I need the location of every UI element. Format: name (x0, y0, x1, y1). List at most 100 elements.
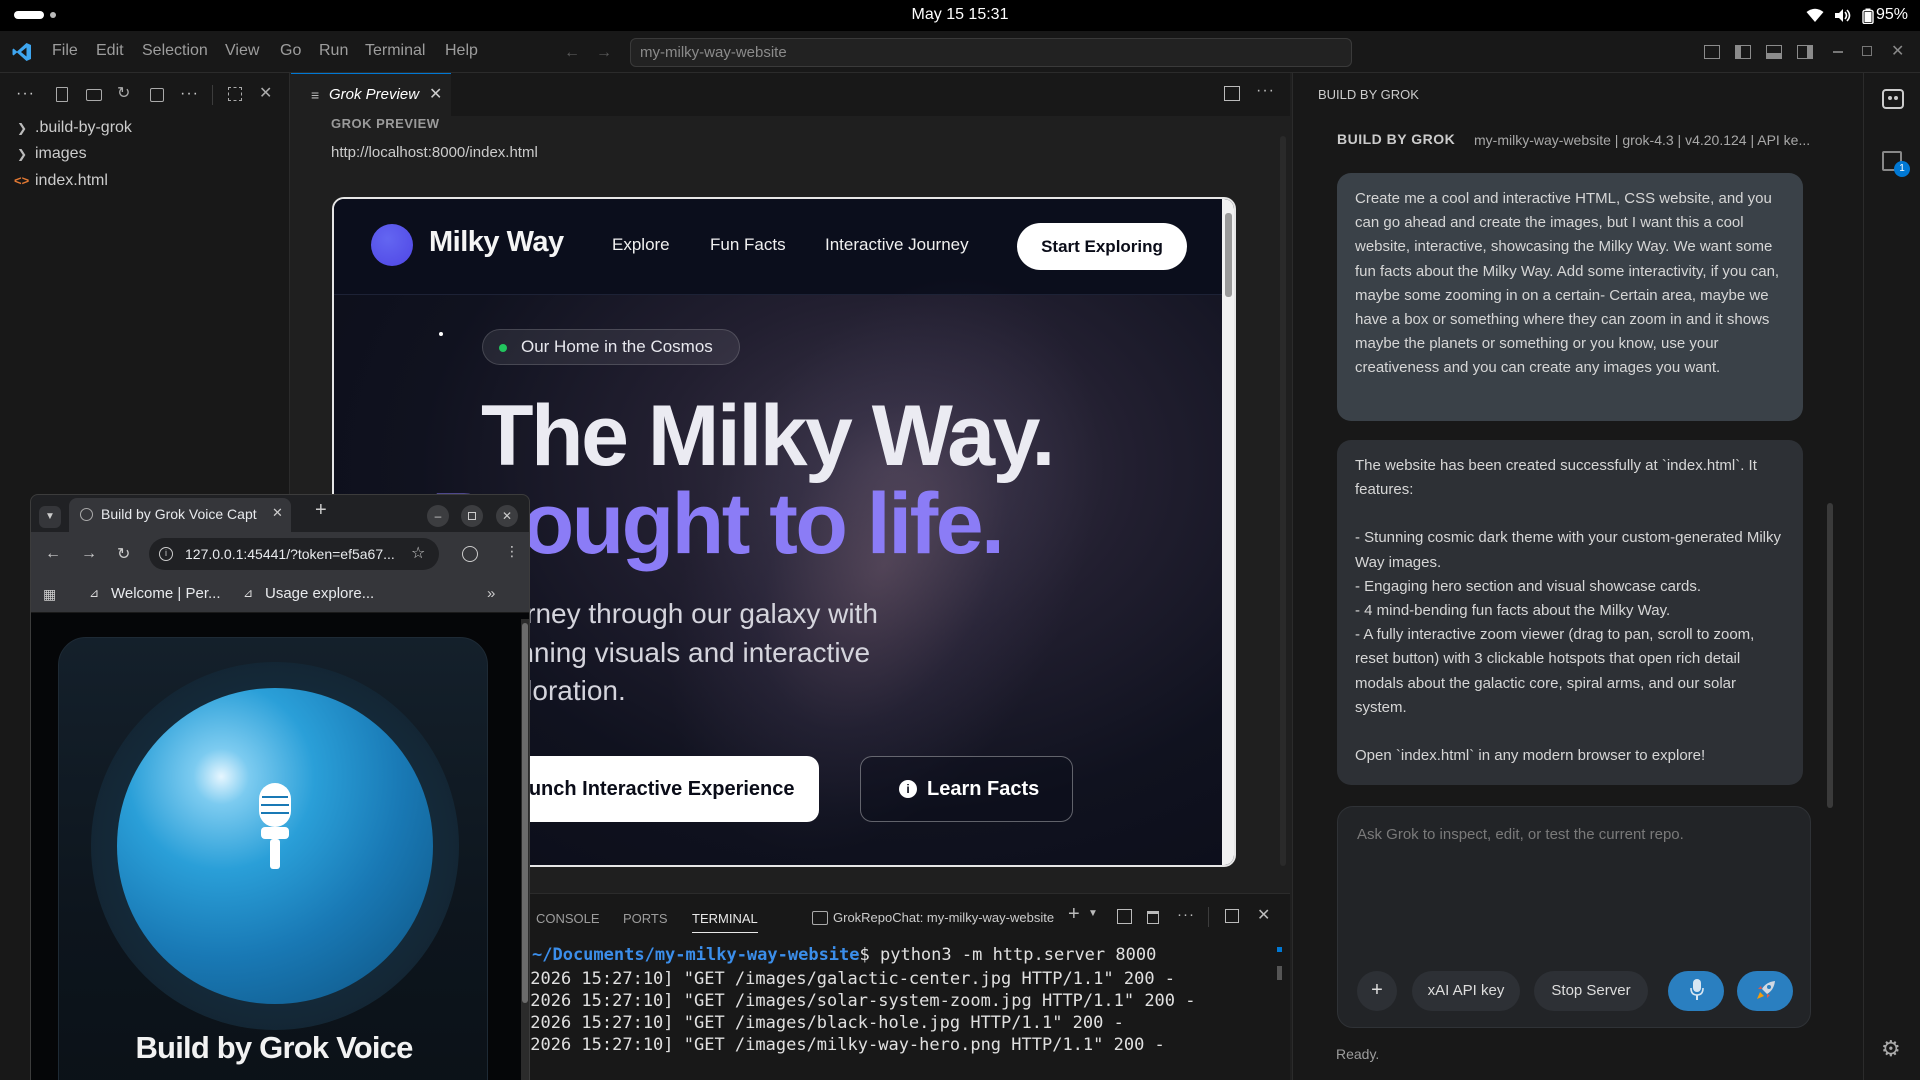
new-file-icon[interactable] (56, 87, 68, 102)
stop-server-button[interactable]: Stop Server (1534, 971, 1648, 1011)
battery-icon[interactable] (1862, 8, 1874, 24)
browser-menu-icon[interactable]: ⋮ (505, 543, 519, 560)
learn-facts-button[interactable]: i Learn Facts (860, 756, 1073, 822)
profile-icon[interactable] (462, 546, 478, 562)
menu-view[interactable]: View (225, 42, 259, 60)
chevron-down-icon[interactable]: ▼ (1088, 908, 1098, 919)
browser-back-icon[interactable]: ← (45, 545, 61, 563)
grok-robot-icon[interactable] (1882, 89, 1904, 109)
bookmark-item[interactable]: Usage explore... (265, 585, 374, 602)
editor-more-icon[interactable]: ··· (1256, 82, 1275, 100)
address-bar[interactable]: i 127.0.0.1:45441/?token=ef5a67... ☆ (149, 538, 439, 570)
collapse-all-icon[interactable] (150, 88, 164, 102)
chat-input[interactable]: Ask Grok to inspect, edit, or test the c… (1357, 826, 1684, 843)
tree-folder-build-by-grok[interactable]: .build-by-grok (35, 119, 132, 137)
preview-label: GROK PREVIEW (331, 116, 440, 131)
browser-tab-close-icon[interactable]: ✕ (272, 505, 283, 521)
prompt-path: ~/Documents/my-milky-way-website (532, 945, 860, 965)
api-key-button[interactable]: xAI API key (1412, 971, 1520, 1011)
apps-grid-icon[interactable]: ▦ (43, 586, 56, 603)
layout-customize-icon[interactable] (1704, 45, 1720, 59)
toggle-sidebar-icon[interactable] (1735, 45, 1751, 59)
learn-facts-label: Learn Facts (927, 778, 1040, 800)
wifi-icon[interactable] (1806, 8, 1824, 23)
nav-fun-facts[interactable]: Fun Facts (710, 235, 786, 255)
badge-text: Our Home in the Cosmos (521, 337, 713, 356)
voice-scrollbar-thumb[interactable] (522, 623, 528, 1003)
maximize-window-icon[interactable] (1862, 46, 1872, 56)
menu-go[interactable]: Go (280, 42, 301, 60)
chevron-right-icon: ❯ (17, 147, 28, 161)
tree-folder-images[interactable]: images (35, 145, 87, 163)
tab-search-icon[interactable]: ▼ (39, 506, 61, 528)
menu-file[interactable]: File (52, 42, 78, 60)
terminal-log-line: [2026 15:27:10] "GET /images/galactic-ce… (520, 969, 1176, 989)
more-actions-icon[interactable]: ··· (16, 85, 35, 103)
new-tab-icon[interactable]: + (315, 499, 327, 522)
close-window-icon[interactable]: ✕ (1891, 41, 1904, 61)
site-info-icon[interactable]: i (159, 547, 173, 561)
minimize-window-icon[interactable] (1833, 51, 1843, 53)
voice-title: Build by Grok Voice (135, 1030, 413, 1065)
tab-grok-preview[interactable]: ≡ Grok Preview ✕ (291, 73, 451, 116)
refresh-icon[interactable]: ↻ (117, 83, 130, 103)
more-icon[interactable]: ··· (180, 85, 199, 103)
brand-name[interactable]: Milky Way (429, 226, 564, 259)
bookmarks-overflow-icon[interactable]: » (487, 585, 495, 602)
clock[interactable]: May 15 15:31 (0, 6, 1920, 24)
browser-tab[interactable]: Build by Grok Voice Capt ✕ (69, 498, 291, 532)
nav-explore[interactable]: Explore (612, 235, 670, 255)
brand-logo (371, 224, 413, 266)
add-button[interactable]: + (1357, 971, 1397, 1011)
browser-forward-icon[interactable]: → (81, 545, 97, 563)
menu-edit[interactable]: Edit (96, 42, 124, 60)
grok-side-pane: BUILD BY GROK BUILD BY GROK my-milky-way… (1292, 73, 1863, 1080)
new-terminal-icon[interactable]: + (1068, 903, 1080, 926)
command-center-search[interactable]: my-milky-way-website (630, 38, 1352, 67)
close-icon[interactable]: ✕ (259, 83, 272, 103)
tab-console[interactable]: CONSOLE (536, 911, 600, 926)
toggle-panel-icon[interactable] (1766, 45, 1782, 59)
browser-reload-icon[interactable]: ↻ (117, 544, 130, 564)
menu-help[interactable]: Help (445, 42, 478, 60)
chat-scrollbar[interactable] (1827, 503, 1833, 808)
start-exploring-button[interactable]: Start Exploring (1017, 223, 1187, 270)
tab-ports[interactable]: PORTS (623, 911, 668, 926)
browser-minimize-icon[interactable]: – (427, 505, 449, 527)
terminal-scrollbar[interactable] (1277, 966, 1282, 980)
back-arrow-icon[interactable]: ← (564, 44, 580, 62)
split-editor-icon[interactable] (1224, 86, 1240, 101)
trash-icon[interactable] (1147, 911, 1159, 924)
tab-terminal[interactable]: TERMINAL (692, 911, 758, 933)
editor-scrollbar[interactable] (1280, 136, 1286, 866)
maximize-panel-icon[interactable] (1225, 909, 1239, 923)
forward-arrow-icon[interactable]: → (596, 44, 612, 62)
toggle-secondary-sidebar-icon[interactable] (1797, 45, 1813, 59)
panel-more-icon[interactable]: ··· (1177, 906, 1195, 923)
tab-close-icon[interactable]: ✕ (429, 84, 442, 104)
split-terminal-icon[interactable] (1117, 909, 1132, 924)
preview-url[interactable]: http://localhost:8000/index.html (331, 144, 538, 161)
mic-button[interactable] (1668, 971, 1724, 1011)
browser-close-icon[interactable]: ✕ (496, 505, 518, 527)
chevron-right-icon: ❯ (17, 121, 28, 135)
menu-terminal[interactable]: Terminal (365, 42, 425, 60)
close-panel-icon[interactable]: ✕ (1257, 905, 1270, 925)
maximize-icon[interactable] (228, 87, 242, 101)
send-button[interactable] (1737, 971, 1793, 1011)
notification-badge: 1 (1894, 161, 1910, 177)
volume-icon[interactable] (1834, 8, 1852, 23)
site-scrollbar-thumb[interactable] (1225, 213, 1232, 297)
terminal-name[interactable]: GrokRepoChat: my-milky-way-website (833, 910, 1054, 925)
tree-file-index-html[interactable]: index.html (35, 172, 108, 190)
menu-run[interactable]: Run (319, 42, 348, 60)
launch-experience-button[interactable]: Launch Interactive Experience (481, 756, 819, 822)
browser-maximize-icon[interactable] (461, 505, 483, 527)
menu-selection[interactable]: Selection (142, 42, 208, 60)
new-folder-icon[interactable] (86, 89, 102, 101)
bookmark-item[interactable]: Welcome | Per... (111, 585, 221, 602)
settings-gear-icon[interactable]: ⚙ (1881, 1036, 1901, 1062)
vscode-logo-icon (12, 42, 32, 62)
rocket-icon (1756, 980, 1776, 1000)
bookmark-star-icon[interactable]: ☆ (411, 543, 425, 563)
